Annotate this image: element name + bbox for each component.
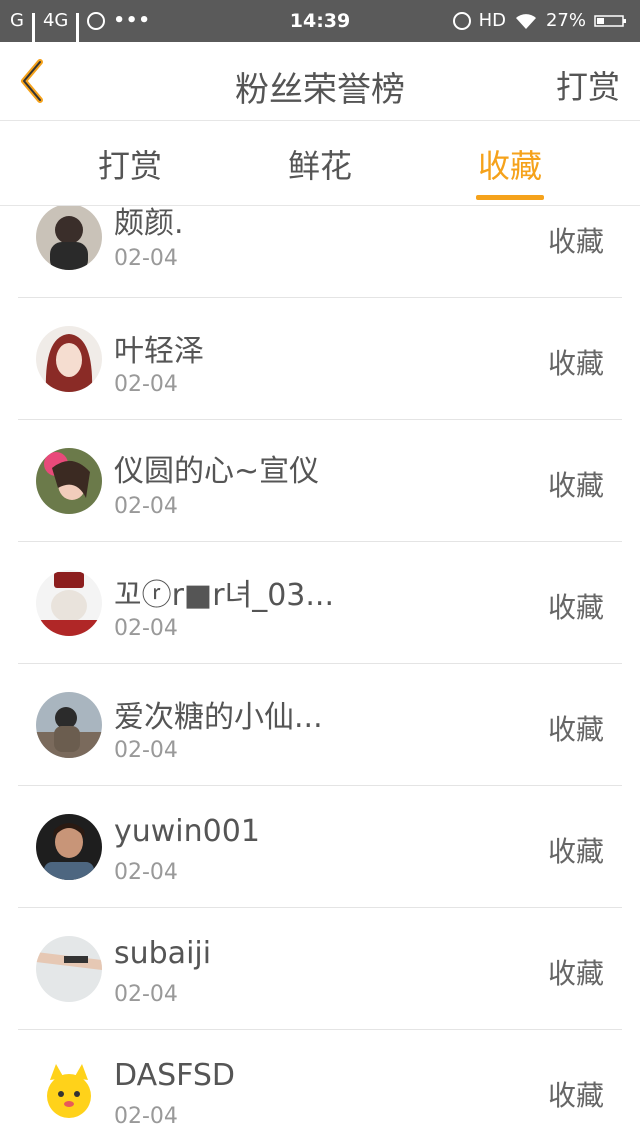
action-label: 收藏 xyxy=(547,225,604,258)
page-title: 粉丝荣誉榜 xyxy=(235,70,405,110)
reward-button[interactable]: 打赏 xyxy=(556,62,620,108)
user-date: 02-04 xyxy=(114,1104,178,1129)
list-item[interactable]: DASFSD 02-04 收藏 xyxy=(18,1030,622,1138)
status-bar: G 4G ••• 14:39 HD 27% xyxy=(0,0,640,51)
wifi-icon xyxy=(515,13,536,29)
list-item[interactable]: subaiji 02-04 收藏 xyxy=(18,908,622,1030)
user-date: 02-04 xyxy=(114,860,178,885)
list-item[interactable]: 仪圆的心~宣仪 02-04 收藏 xyxy=(18,420,622,542)
user-date: 02-04 xyxy=(114,738,178,763)
list-item[interactable]: 颇颜. 02-04 收藏 xyxy=(18,206,622,298)
avatar xyxy=(36,570,102,636)
action-label: 收藏 xyxy=(547,469,604,502)
tab-favorites[interactable]: 收藏 xyxy=(450,141,570,187)
user-name: 仪圆的心~宣仪 xyxy=(114,454,320,489)
list-item[interactable]: 叶轻泽 02-04 收藏 xyxy=(18,298,622,420)
avatar xyxy=(36,1058,102,1124)
fan-list: 颇颜. 02-04 收藏 叶轻泽 02-04 收藏 仪圆的心~宣仪 02-04 … xyxy=(0,206,640,1138)
user-name: 叶轻泽 xyxy=(114,334,204,369)
list-item[interactable]: 꼬ⓡr■r녀_03... 02-04 收藏 xyxy=(18,542,622,664)
hd-label: HD xyxy=(478,10,506,31)
user-date: 02-04 xyxy=(114,982,178,1007)
avatar xyxy=(36,692,102,758)
active-tab-indicator xyxy=(476,195,544,200)
list-item[interactable]: 爱次糖的小仙... 02-04 收藏 xyxy=(18,664,622,786)
action-label: 收藏 xyxy=(547,713,604,746)
user-date: 02-04 xyxy=(114,494,178,519)
user-name: 爱次糖的小仙... xyxy=(114,700,323,735)
avatar xyxy=(36,206,102,270)
user-date: 02-04 xyxy=(114,616,178,641)
avatar xyxy=(36,936,102,1002)
user-name: 颇颜. xyxy=(114,206,184,241)
avatar xyxy=(36,326,102,392)
status-right: HD 27% xyxy=(452,10,628,31)
action-label: 收藏 xyxy=(547,835,604,868)
tab-bar: 打赏 鲜花 收藏 xyxy=(0,121,640,206)
user-name: yuwin001 xyxy=(114,814,260,849)
avatar xyxy=(36,448,102,514)
action-label: 收藏 xyxy=(547,347,604,380)
user-name: DASFSD xyxy=(114,1058,236,1093)
user-date: 02-04 xyxy=(114,246,178,271)
user-name: subaiji xyxy=(114,936,212,971)
battery-level: 27% xyxy=(545,10,586,31)
action-label: 收藏 xyxy=(547,1079,604,1112)
battery-icon xyxy=(594,14,626,27)
action-label: 收藏 xyxy=(547,957,604,990)
top-bar: 粉丝荣誉榜 打赏 xyxy=(0,42,640,121)
tab-reward[interactable]: 打赏 xyxy=(70,141,190,187)
action-label: 收藏 xyxy=(547,591,604,624)
avatar xyxy=(36,814,102,880)
user-date: 02-04 xyxy=(114,372,178,397)
user-name: 꼬ⓡr■r녀_03... xyxy=(114,578,334,613)
tab-flowers[interactable]: 鲜花 xyxy=(260,141,380,187)
list-item[interactable]: yuwin001 02-04 收藏 xyxy=(18,786,622,908)
alarm-icon xyxy=(452,11,471,30)
